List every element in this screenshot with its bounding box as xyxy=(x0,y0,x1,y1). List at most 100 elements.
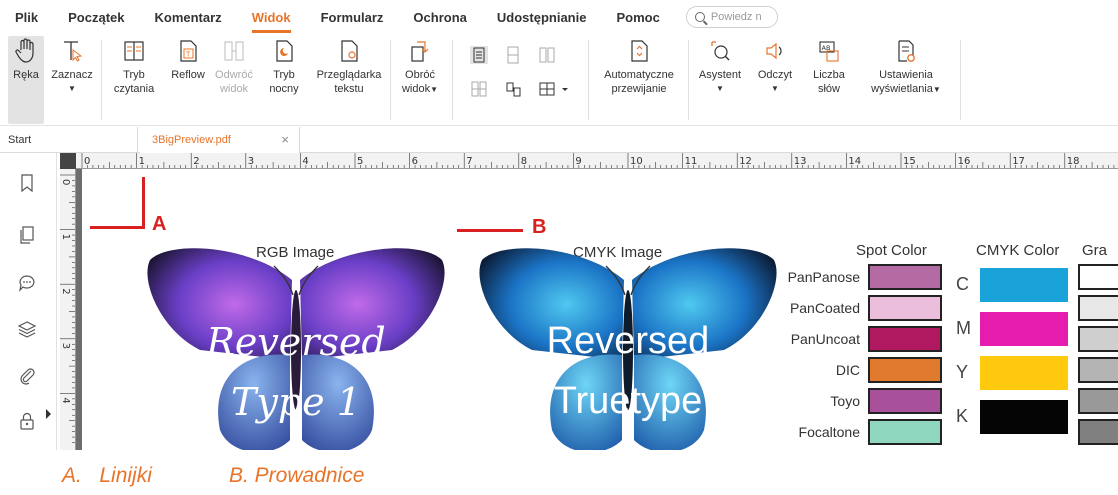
reflow-button[interactable]: T Reflow xyxy=(168,36,208,82)
ribbon-separator xyxy=(688,40,689,120)
display-settings-icon xyxy=(894,36,918,66)
attachment-icon[interactable] xyxy=(17,365,37,385)
read-dropdown-icon: ▼ xyxy=(771,84,779,93)
left-navigation-panel xyxy=(0,153,57,450)
read-aloud-button[interactable]: Odczyt ▼ xyxy=(752,36,798,96)
spot-color-swatch xyxy=(868,295,942,321)
ruler-number: 1 xyxy=(60,234,71,240)
menu-udostepnianie[interactable]: Udostępnianie xyxy=(497,10,587,25)
split-view-icon[interactable] xyxy=(538,80,572,98)
ruler-number: 2 xyxy=(60,288,71,294)
layers-icon[interactable] xyxy=(17,319,37,339)
hand-icon xyxy=(14,36,38,66)
facing-pages-icon[interactable] xyxy=(538,46,556,64)
document-page[interactable]: RGB Image Reversed Type 1 CMYK Image Rev… xyxy=(82,170,1118,450)
word-count-label-2: słów xyxy=(817,83,840,95)
cmyk-letter: Y xyxy=(956,362,969,382)
ruler-number: 12 xyxy=(739,156,752,167)
text-viewer-label-2: tekstu xyxy=(334,83,364,95)
close-tab-icon[interactable]: × xyxy=(281,132,289,147)
reverse-view-icon xyxy=(222,36,246,66)
auto-scroll-label-1: Automatyczne xyxy=(604,69,674,81)
speaker-icon xyxy=(763,36,787,66)
spot-color-swatch xyxy=(868,326,942,352)
ruler-number: 13 xyxy=(794,156,807,167)
menu-komentarz[interactable]: Komentarz xyxy=(155,10,222,25)
menu-plik[interactable]: Plik xyxy=(15,10,38,25)
ribbon-separator xyxy=(960,40,961,120)
spot-color-label: DIC xyxy=(835,362,860,378)
display-settings-dropdown-icon: ▼ xyxy=(932,85,941,94)
display-settings-label-1: Ustawienia xyxy=(879,69,933,81)
cmyk-letter: K xyxy=(956,406,969,426)
spot-color-label: Focaltone xyxy=(798,424,860,440)
reverse-view-button[interactable]: Odwróć widok xyxy=(214,36,254,96)
single-page-icon[interactable] xyxy=(470,46,488,64)
vertical-ruler[interactable]: 0 1 2 3 4 xyxy=(60,169,76,450)
cmyk-text-line-1: Reversed xyxy=(546,320,710,362)
word-count-button[interactable]: AB Liczba słów xyxy=(808,36,850,96)
spot-color-swatch xyxy=(868,419,942,445)
tab-start[interactable]: Start xyxy=(0,127,138,153)
spot-color-label: PanCoated xyxy=(789,300,860,316)
select-label: Zaznacz xyxy=(51,69,93,81)
menu-ochrona[interactable]: Ochrona xyxy=(413,10,466,25)
word-count-icon: AB xyxy=(817,36,841,66)
menu-widok[interactable]: Widok xyxy=(251,10,291,33)
ruler-number: 4 xyxy=(60,397,71,403)
assistant-button[interactable]: Asystent ▼ xyxy=(694,36,746,96)
separate-cover-icon[interactable] xyxy=(504,80,522,98)
ruler-corner xyxy=(60,153,76,169)
reading-mode-button[interactable]: Tryb czytania xyxy=(114,36,154,96)
bookmark-icon[interactable] xyxy=(17,173,37,193)
reading-mode-label-1: Tryb xyxy=(123,69,145,81)
gray-color-title: Gra xyxy=(1082,242,1108,259)
display-settings-label-2: wyświetlania xyxy=(871,83,933,95)
display-settings-button[interactable]: Ustawienia wyświetlania▼ xyxy=(856,36,956,97)
rotate-view-button[interactable]: Obróć widok▼ xyxy=(398,36,442,97)
expand-panel-icon[interactable] xyxy=(46,409,51,419)
horizontal-ruler[interactable]: 0 1 2 3 4 5 6 7 8 9 10 11 12 13 14 15 16 17 18 xyxy=(76,153,1118,169)
cmyk-color-swatch xyxy=(980,268,1068,302)
tab-document[interactable]: 3BigPreview.pdf × xyxy=(140,127,300,153)
hand-tool-button[interactable]: Ręka xyxy=(8,36,44,124)
gray-color-swatch xyxy=(1078,357,1118,383)
ribbon-separator xyxy=(101,40,102,120)
tab-document-label: 3BigPreview.pdf xyxy=(152,134,231,146)
spot-color-label: PanUncoat xyxy=(790,331,860,347)
callout-label-a: A xyxy=(152,213,167,235)
night-mode-label-1: Tryb xyxy=(273,69,295,81)
svg-text:T: T xyxy=(185,51,191,59)
hand-label: Ręka xyxy=(13,69,39,81)
rgb-text-line-1: Reversed xyxy=(206,320,386,364)
select-text-icon xyxy=(60,36,84,66)
menu-pomoc[interactable]: Pomoc xyxy=(616,10,659,25)
tell-me-search[interactable]: Powiedz n xyxy=(685,6,778,28)
ruler-number: 14 xyxy=(848,156,861,167)
ruler-number: 15 xyxy=(903,156,916,167)
continuous-page-icon[interactable] xyxy=(504,46,522,64)
text-viewer-button[interactable]: Przeglądarka tekstu xyxy=(310,36,388,96)
gray-color-swatch xyxy=(1078,388,1118,414)
ruler-callout-line-horizontal xyxy=(90,226,145,229)
cmyk-letter: C xyxy=(956,274,969,294)
continuous-facing-icon[interactable] xyxy=(470,80,488,98)
ribbon-separator xyxy=(452,40,453,120)
pages-thumbnail-icon[interactable] xyxy=(17,225,37,245)
rotate-view-icon xyxy=(408,36,432,66)
figure-caption: A. Linijki B. Prowadnice xyxy=(0,450,1118,495)
ribbon-toolbar: Ręka Zaznacz ▼ Tryb czytania T Reflow Od… xyxy=(0,34,1118,126)
security-lock-icon[interactable] xyxy=(17,411,37,431)
assistant-dropdown-icon: ▼ xyxy=(716,84,724,93)
comments-icon[interactable] xyxy=(17,273,37,293)
menu-poczatek[interactable]: Początek xyxy=(68,10,124,25)
word-count-label-1: Liczba xyxy=(813,69,845,81)
select-tool-button[interactable]: Zaznacz ▼ xyxy=(51,36,93,96)
auto-scroll-label-2: przewijanie xyxy=(611,83,667,95)
menu-formularz[interactable]: Formularz xyxy=(321,10,384,25)
gray-color-swatch xyxy=(1078,326,1118,352)
ruler-callout-line-vertical xyxy=(142,177,145,229)
spot-color-swatch xyxy=(868,264,942,290)
auto-scroll-button[interactable]: Automatyczne przewijanie xyxy=(596,36,682,96)
night-mode-button[interactable]: Tryb nocny xyxy=(266,36,302,96)
